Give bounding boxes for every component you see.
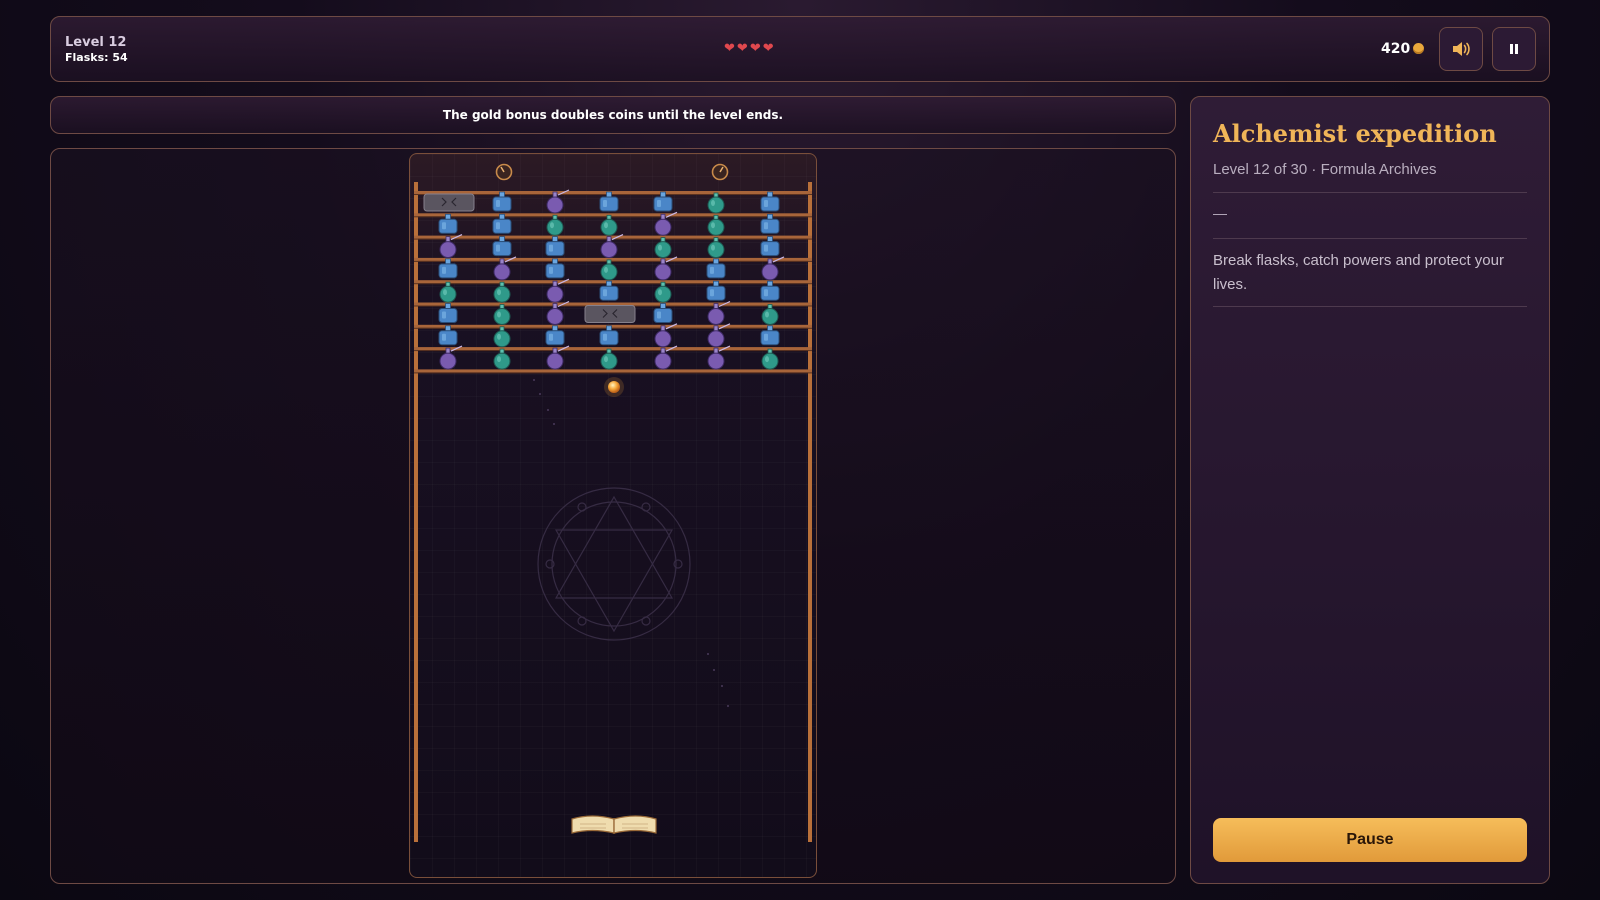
- coin-icon: [1413, 43, 1425, 54]
- shelf-shadow: [414, 372, 812, 374]
- teal-flask: [493, 326, 511, 348]
- coin-counter: 420: [1381, 41, 1425, 57]
- heart-icon: ❤: [762, 41, 775, 56]
- shelf-plank: [414, 191, 812, 194]
- magic-circle: [537, 487, 691, 641]
- shelf-plank: [414, 324, 812, 328]
- divider: [1213, 192, 1527, 193]
- divider: [1213, 306, 1527, 307]
- flasks-count: Flasks: 54: [65, 51, 128, 64]
- book-paddle[interactable]: [571, 815, 657, 834]
- status-text: —: [1213, 205, 1227, 221]
- teal-flask: [600, 259, 618, 281]
- notice-text: The gold bonus doubles coins until the l…: [442, 108, 784, 122]
- shelf-shadow: [414, 327, 812, 329]
- teal-flask: [654, 237, 672, 259]
- info-sidebar: Alchemist expedition Level 12 of 30 · Fo…: [1190, 96, 1550, 884]
- shelf-grid: [414, 191, 812, 374]
- timer-icon: [711, 163, 729, 181]
- speaker-icon: [1453, 42, 1470, 56]
- teal-flask: [439, 281, 457, 303]
- teal-flask: [600, 214, 618, 236]
- shelf-shadow: [414, 216, 812, 218]
- teal-flask: [761, 348, 779, 370]
- sparkle-trail: [533, 379, 729, 707]
- instructions-text: Break flasks, catch powers and protect y…: [1213, 252, 1504, 293]
- teal-flask: [707, 192, 725, 214]
- shelf-shadow: [414, 260, 812, 262]
- shelf-shadow: [414, 350, 812, 352]
- shelf-plank: [414, 347, 812, 351]
- shelf-plank: [414, 280, 812, 284]
- heart-icon: ❤: [736, 41, 749, 56]
- teal-flask: [707, 214, 725, 236]
- teal-flask: [600, 348, 618, 370]
- teal-flask: [707, 237, 725, 259]
- divider: [1213, 238, 1527, 239]
- teal-flask: [546, 214, 564, 236]
- teal-flask: [493, 348, 511, 370]
- sound-toggle-button[interactable]: [1439, 27, 1483, 71]
- shelf-plank: [414, 257, 812, 261]
- coin-count: 420: [1381, 41, 1411, 57]
- shelf-plank: [414, 213, 812, 217]
- notice-banner: The gold bonus doubles coins until the l…: [50, 96, 1176, 134]
- shelf-plank: [414, 235, 812, 239]
- game-board[interactable]: [409, 153, 817, 878]
- teal-flask: [493, 281, 511, 303]
- lives-hearts: ❤❤❤❤: [724, 41, 776, 56]
- pause-button[interactable]: Pause: [1213, 818, 1527, 862]
- timer-icon: [495, 163, 513, 181]
- teal-flask: [493, 304, 511, 325]
- shelf-shadow: [414, 283, 812, 285]
- game-canvas: [414, 163, 812, 842]
- expedition-title: Alchemist expedition: [1213, 119, 1497, 148]
- level-label: Level 12: [65, 35, 127, 50]
- shelf-plank: [414, 369, 812, 373]
- teal-flask: [654, 281, 672, 303]
- heart-icon: ❤: [749, 41, 762, 56]
- heart-icon: ❤: [724, 41, 736, 56]
- top-hud-bar: Level 12 Flasks: 54 ❤❤❤❤ 420: [50, 16, 1550, 82]
- teal-flask: [761, 304, 779, 325]
- level-progress-text: Level 12 of 30 · Formula Archives: [1213, 161, 1437, 178]
- stone-block: [423, 193, 475, 212]
- pause-icon-button[interactable]: [1492, 27, 1536, 71]
- stone-block: [584, 305, 636, 323]
- ball: [608, 381, 620, 393]
- pause-icon: [1510, 44, 1518, 54]
